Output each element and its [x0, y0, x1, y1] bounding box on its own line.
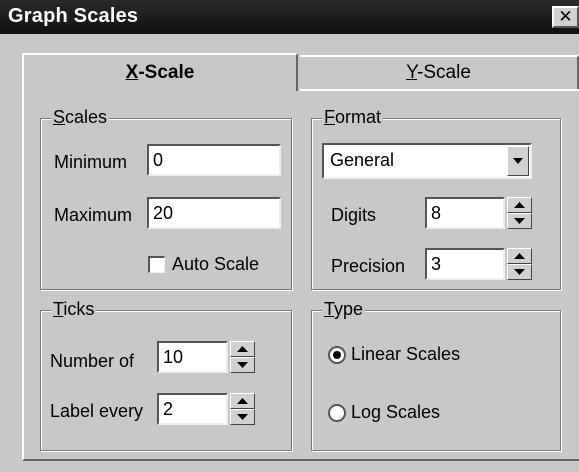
down-arrow-icon: [237, 414, 248, 420]
maximum-input[interactable]: 20: [147, 197, 281, 229]
format-select-value: General: [330, 150, 395, 170]
format-dropdown-button[interactable]: [507, 146, 529, 176]
up-arrow-icon: [237, 398, 248, 404]
digits-spin-up[interactable]: [507, 197, 532, 213]
ticks-group-label: Ticks: [51, 298, 97, 320]
linear-scales-label[interactable]: Linear Scales: [351, 344, 460, 365]
tab-x-scale[interactable]: X-Scale: [22, 53, 298, 91]
number-of-input[interactable]: 10: [157, 341, 228, 373]
ticks-label-rest: icks: [63, 299, 95, 319]
format-group-label: Format: [322, 106, 384, 128]
type-mnemonic: T: [324, 299, 335, 319]
close-icon: ✕: [558, 7, 573, 26]
minimum-input[interactable]: 0: [147, 144, 281, 176]
number-of-spin-up[interactable]: [230, 341, 255, 357]
format-label-rest: ormat: [335, 107, 382, 127]
digits-spinner[interactable]: [507, 197, 532, 229]
tab-x-scale-label: -Scale: [138, 62, 195, 83]
down-arrow-icon: [514, 269, 525, 275]
window-title: Graph Scales: [8, 5, 139, 27]
label-every-spin-down[interactable]: [230, 409, 255, 425]
maximum-label: Maximum: [54, 205, 133, 225]
down-arrow-icon: [514, 218, 525, 224]
ticks-mnemonic: T: [53, 299, 64, 319]
tab-y-scale[interactable]: Y-Scale: [300, 55, 579, 89]
ticks-group: Ticks: [40, 298, 292, 451]
digits-label: Digits: [331, 205, 377, 225]
scales-mnemonic: S: [53, 107, 66, 127]
radio-selected-dot: [333, 351, 341, 359]
log-scales-radio[interactable]: [328, 404, 346, 422]
dropdown-arrow-icon: [513, 158, 523, 164]
linear-scales-radio[interactable]: [328, 346, 346, 364]
format-select[interactable]: General: [322, 143, 532, 179]
label-every-label: Label every: [50, 401, 144, 421]
tab-y-scale-mnemonic: Y: [406, 62, 418, 83]
down-arrow-icon: [237, 362, 248, 368]
log-scales-label[interactable]: Log Scales: [351, 402, 440, 423]
tab-x-scale-mnemonic: X: [125, 62, 139, 83]
up-arrow-icon: [514, 253, 525, 259]
precision-label: Precision: [331, 256, 406, 276]
scales-group-label: Scales: [51, 106, 110, 128]
label-every-spinner[interactable]: [230, 393, 255, 425]
precision-spin-down[interactable]: [507, 264, 532, 280]
tab-strip: X-Scale Y-Scale: [22, 53, 579, 91]
up-arrow-icon: [514, 202, 525, 208]
number-of-label: Number of: [50, 351, 135, 371]
number-of-spin-down[interactable]: [230, 357, 255, 373]
auto-scale-checkbox[interactable]: [148, 256, 165, 273]
graph-scales-dialog: Graph Scales ✕ X-Scale Y-Scale Scales Mi…: [0, 0, 579, 472]
title-bar[interactable]: Graph Scales ✕: [0, 0, 579, 34]
label-every-input[interactable]: 2: [157, 393, 228, 425]
digits-spin-down[interactable]: [507, 213, 532, 229]
up-arrow-icon: [237, 346, 248, 352]
precision-spin-up[interactable]: [507, 248, 532, 264]
type-group-label: Type: [322, 298, 366, 320]
minimum-label: Minimum: [54, 152, 128, 172]
auto-scale-label[interactable]: Auto Scale: [172, 254, 259, 275]
precision-spinner[interactable]: [507, 248, 532, 280]
number-of-spinner[interactable]: [230, 341, 255, 373]
type-label-rest: ype: [334, 299, 364, 319]
digits-input[interactable]: 8: [425, 197, 505, 229]
scales-label-rest: cales: [65, 107, 108, 127]
format-mnemonic: F: [324, 107, 335, 127]
precision-input[interactable]: 3: [425, 248, 505, 280]
label-every-spin-up[interactable]: [230, 393, 255, 409]
type-group: Type: [311, 298, 561, 451]
close-button[interactable]: ✕: [552, 6, 579, 28]
tab-y-scale-label: -Scale: [417, 62, 471, 83]
